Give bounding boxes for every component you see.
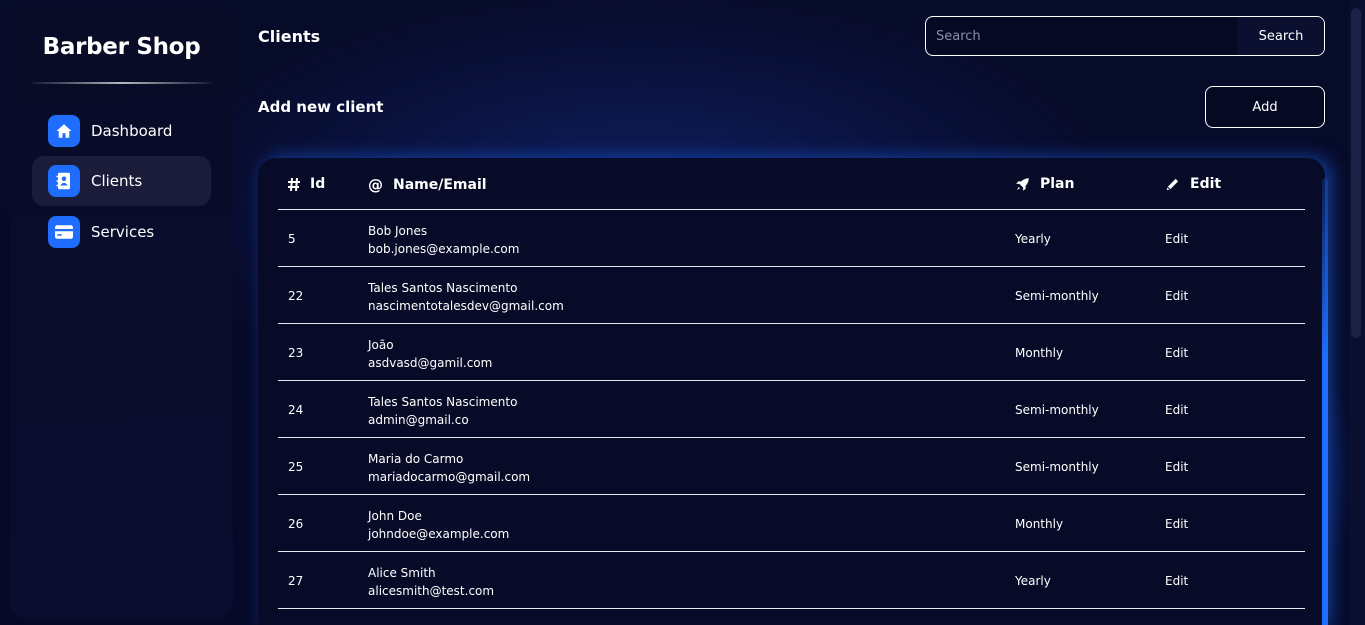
client-name: João: [368, 338, 394, 352]
client-id: 24: [288, 403, 304, 417]
client-id: 27: [288, 574, 304, 588]
clients-table: Id @ Name/Email Plan Edit 5 Bob Jones bo…: [258, 158, 1328, 625]
column-header-label: Plan: [1040, 176, 1075, 192]
client-plan: Monthly: [1015, 517, 1064, 531]
client-email: bob.jones@example.com: [368, 242, 520, 256]
column-header-label: Id: [310, 176, 326, 192]
client-id: 26: [288, 517, 304, 531]
search-button[interactable]: Search: [1238, 17, 1324, 55]
search-bar: Search: [925, 16, 1325, 56]
client-name-email: John Doe johndoe@example.com: [368, 507, 509, 543]
edit-link[interactable]: Edit: [1165, 574, 1188, 588]
edit-link[interactable]: Edit: [1165, 289, 1188, 303]
client-plan: Yearly: [1015, 574, 1051, 588]
table-row: 23 João asdvasd@gamil.com Monthly Edit: [278, 324, 1305, 381]
pencil-icon: [1165, 177, 1180, 192]
client-plan: Monthly: [1015, 346, 1064, 360]
edit-link[interactable]: Edit: [1165, 460, 1188, 474]
client-name: Tales Santos Nascimento: [368, 281, 518, 295]
table-header: Id @ Name/Email Plan Edit: [278, 158, 1305, 210]
brand-divider: [32, 82, 212, 84]
table-row: 5 Bob Jones bob.jones@example.com Yearly…: [278, 210, 1305, 267]
edit-link[interactable]: Edit: [1165, 346, 1188, 360]
add-client-label: Add new client: [258, 98, 384, 116]
client-email: nascimentotalesdev@gmail.com: [368, 299, 564, 313]
client-email: johndoe@example.com: [368, 527, 510, 541]
client-id: 23: [288, 346, 304, 360]
client-email: asdvasd@gamil.com: [368, 356, 493, 370]
client-plan: Semi-monthly: [1015, 460, 1099, 474]
client-name-email: Bob Jones bob.jones@example.com: [368, 222, 519, 258]
client-name: Bob Jones: [368, 224, 428, 238]
edit-link[interactable]: Edit: [1165, 232, 1188, 246]
column-header-name-email: @ Name/Email: [368, 176, 487, 194]
page-title: Clients: [258, 27, 321, 46]
client-id: 5: [288, 232, 296, 246]
table-row: 25 Maria do Carmo mariadocarmo@gmail.com…: [278, 438, 1305, 495]
column-header-id: Id: [288, 176, 325, 192]
client-email: alicesmith@test.com: [368, 584, 495, 598]
credit-card-icon: [48, 216, 80, 248]
hash-icon: [288, 177, 300, 191]
column-header-edit: Edit: [1165, 176, 1221, 192]
client-name-email: Tales Santos Nascimento admin@gmail.co: [368, 393, 517, 429]
client-plan: Yearly: [1015, 232, 1051, 246]
column-header-label: Edit: [1190, 176, 1222, 192]
client-id: 22: [288, 289, 304, 303]
at-icon: @: [368, 176, 383, 194]
sidebar-item-services[interactable]: Services: [32, 207, 211, 257]
sidebar-item-dashboard[interactable]: Dashboard: [32, 106, 211, 156]
client-id: 25: [288, 460, 304, 474]
client-name: Tales Santos Nascimento: [368, 395, 518, 409]
contact-card-icon: [48, 165, 80, 197]
client-name: John Doe: [368, 509, 422, 523]
search-input[interactable]: [926, 17, 1238, 55]
column-header-label: Name/Email: [393, 177, 487, 193]
table-row: 24 Tales Santos Nascimento admin@gmail.c…: [278, 381, 1305, 438]
sidebar-item-label: Clients: [91, 172, 143, 190]
client-plan: Semi-monthly: [1015, 289, 1099, 303]
table-row: 26 John Doe johndoe@example.com Monthly …: [278, 495, 1305, 552]
client-email: mariadocarmo@gmail.com: [368, 470, 531, 484]
edit-link[interactable]: Edit: [1165, 517, 1188, 531]
client-name-email: João asdvasd@gamil.com: [368, 336, 492, 372]
table-row: 27 Alice Smith alicesmith@test.com Yearl…: [278, 552, 1305, 609]
brand-title: Barber Shop: [42, 34, 201, 60]
add-client-button[interactable]: Add: [1205, 86, 1325, 128]
table-row: 22 Tales Santos Nascimento nascimentotal…: [278, 267, 1305, 324]
client-name: Alice Smith: [368, 566, 436, 580]
client-name: Maria do Carmo: [368, 452, 464, 466]
client-name-email: Tales Santos Nascimento nascimentotalesd…: [368, 279, 564, 315]
scrollbar-thumb[interactable]: [1351, 8, 1361, 338]
client-name-email: Maria do Carmo mariadocarmo@gmail.com: [368, 450, 530, 486]
client-name-email: Alice Smith alicesmith@test.com: [368, 564, 494, 600]
sidebar: Barber Shop Dashboard Clients Services: [10, 6, 233, 619]
sidebar-item-clients[interactable]: Clients: [32, 156, 211, 206]
edit-link[interactable]: Edit: [1165, 403, 1188, 417]
client-plan: Semi-monthly: [1015, 403, 1099, 417]
sidebar-item-label: Dashboard: [91, 122, 173, 140]
home-icon: [48, 115, 80, 147]
table-body: 5 Bob Jones bob.jones@example.com Yearly…: [278, 210, 1305, 609]
rocket-icon: [1015, 177, 1030, 192]
sidebar-item-label: Services: [91, 223, 155, 241]
client-email: admin@gmail.co: [368, 413, 469, 427]
column-header-plan: Plan: [1015, 176, 1074, 192]
